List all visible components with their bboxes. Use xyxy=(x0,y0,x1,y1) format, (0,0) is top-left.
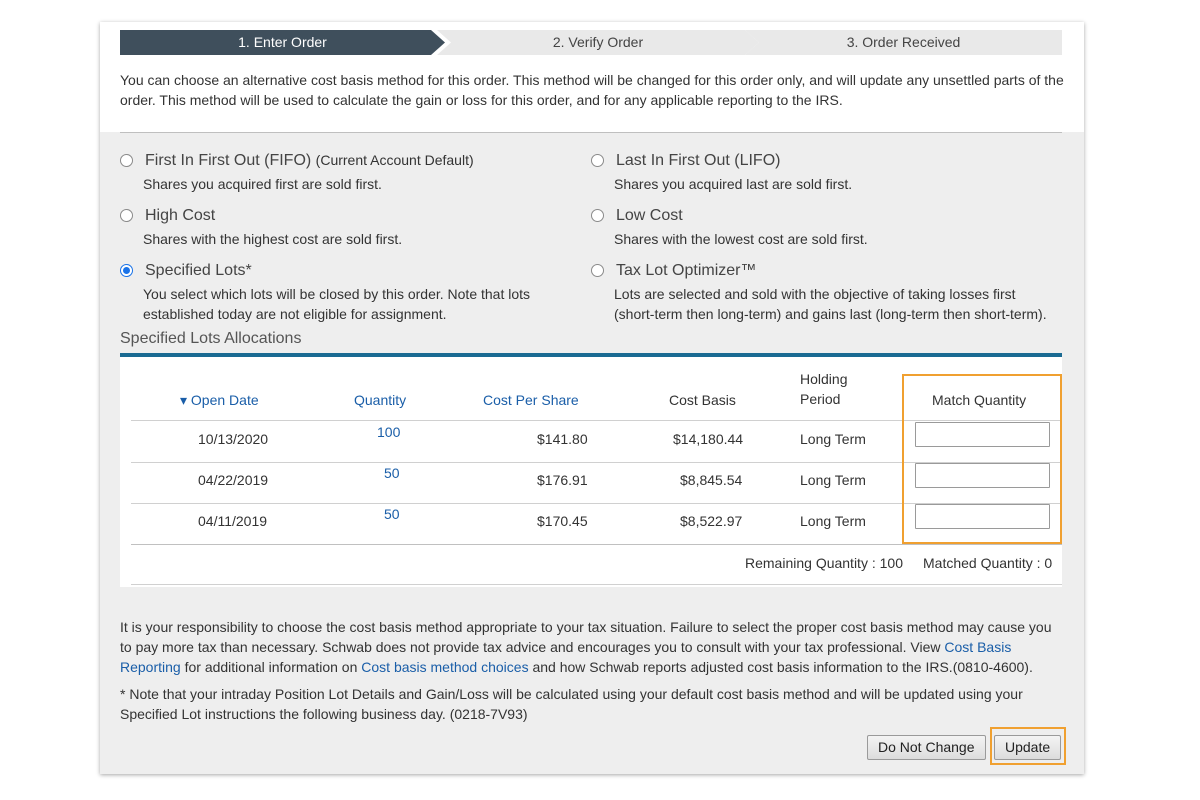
step-order-received: 3. Order Received xyxy=(745,30,1062,55)
row3-match-quantity-input[interactable] xyxy=(915,504,1050,529)
row1-open-date: 10/13/2020 xyxy=(198,431,269,447)
row2-holding-period: Long Term xyxy=(800,472,866,488)
high-cost-radio[interactable] xyxy=(120,209,133,222)
row-divider xyxy=(131,544,1062,545)
low-cost-desc: Shares with the lowest cost are sold fir… xyxy=(614,231,868,247)
matched-quantity: Matched Quantity : 0 xyxy=(923,555,1053,571)
open-date-header[interactable]: ▾ Open Date xyxy=(180,390,259,410)
fifo-radio[interactable] xyxy=(120,154,133,167)
step-verify-order: 2. Verify Order xyxy=(437,30,759,55)
update-button[interactable]: Update xyxy=(994,735,1062,760)
specified-lots-radio[interactable] xyxy=(120,264,133,277)
row2-quantity[interactable]: 50 xyxy=(384,465,400,481)
tax-lot-optimizer-desc: Lots are selected and sold with the obje… xyxy=(614,286,1047,322)
holding-period-header: Holding Period xyxy=(800,371,848,407)
row2-match-quantity-input[interactable] xyxy=(915,463,1050,488)
row2-open-date: 04/22/2019 xyxy=(198,472,269,488)
order-stepper: 1. Enter Order 2. Verify Order 3. Order … xyxy=(120,30,1062,55)
cost-basis-method-choices-link[interactable]: Cost basis method choices xyxy=(361,659,528,675)
row3-cost-basis: $8,522.97 xyxy=(680,513,743,529)
lifo-title: Last In First Out (LIFO) xyxy=(616,152,781,169)
high-cost-desc: Shares with the highest cost are sold fi… xyxy=(143,231,403,247)
match-quantity-header: Match Quantity xyxy=(932,392,1027,408)
lifo-radio[interactable] xyxy=(591,154,604,167)
lifo-desc: Shares you acquired last are sold first. xyxy=(614,176,853,192)
step-enter-order: 1. Enter Order xyxy=(120,30,445,55)
row1-cost-per-share: $141.80 xyxy=(537,431,588,447)
tax-lot-optimizer-radio[interactable] xyxy=(591,264,604,277)
disclaimer-text: It is your responsibility to choose the … xyxy=(120,619,1052,675)
remaining-quantity: Remaining Quantity : 100 xyxy=(745,555,903,571)
row1-match-quantity-input[interactable] xyxy=(915,422,1050,447)
row2-cost-basis: $8,845.54 xyxy=(680,472,743,488)
header-divider xyxy=(131,420,1062,421)
cost-per-share-header[interactable]: Cost Per Share xyxy=(483,390,579,410)
row3-cost-per-share: $170.45 xyxy=(537,513,588,529)
quantity-header[interactable]: Quantity xyxy=(354,390,406,410)
allocations-bottom-divider xyxy=(131,584,1062,585)
specified-lot-note: * Note that your intraday Position Lot D… xyxy=(120,686,1023,722)
row1-holding-period: Long Term xyxy=(800,431,866,447)
row2-cost-per-share: $176.91 xyxy=(537,472,588,488)
cost-basis-header: Cost Basis xyxy=(669,392,736,408)
low-cost-title: Low Cost xyxy=(616,207,683,224)
row3-open-date: 04/11/2019 xyxy=(198,513,268,529)
fifo-title: First In First Out (FIFO) (Current Accou… xyxy=(145,152,474,169)
specified-lots-desc: You select which lots will be closed by … xyxy=(143,286,531,322)
allocations-title: Specified Lots Allocations xyxy=(120,330,302,347)
cost-basis-panel: 1. Enter Order 2. Verify Order 3. Order … xyxy=(100,22,1084,774)
row3-quantity[interactable]: 50 xyxy=(384,506,400,522)
specified-lots-title: Specified Lots* xyxy=(145,262,252,279)
divider xyxy=(120,132,1062,133)
row1-cost-basis: $14,180.44 xyxy=(673,431,744,447)
tax-lot-optimizer-title: Tax Lot Optimizer™ xyxy=(616,262,757,279)
high-cost-title: High Cost xyxy=(145,207,216,224)
low-cost-radio[interactable] xyxy=(591,209,604,222)
do-not-change-button[interactable]: Do Not Change xyxy=(867,735,986,760)
row3-holding-period: Long Term xyxy=(800,513,866,529)
fifo-desc: Shares you acquired first are sold first… xyxy=(143,176,382,192)
row1-quantity[interactable]: 100 xyxy=(377,424,400,440)
intro-text: You can choose an alternative cost basis… xyxy=(120,72,1064,108)
